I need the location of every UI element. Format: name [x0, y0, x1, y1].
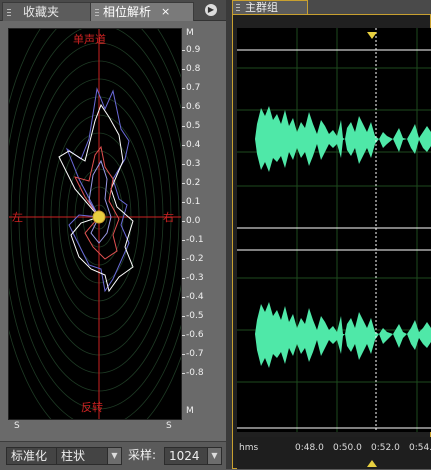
scale-tick: -0.1 — [186, 235, 204, 245]
scale-tick: -0.3 — [186, 273, 204, 283]
scale-tick: -0.6 — [186, 330, 204, 340]
mono-label: 单声道 — [73, 33, 106, 46]
waveform-channel-right — [255, 302, 431, 368]
phase-plot: 单声道 反转 左 右 — [0, 0, 204, 446]
waveform-grid — [237, 28, 431, 432]
panel-tab-bar: 收藏夹 相位解析 × ▶ — [0, 0, 226, 21]
grip-icon — [95, 9, 99, 18]
tab-phase-analysis[interactable]: 相位解析 × — [90, 2, 194, 21]
scale-tick: 0.4 — [186, 140, 201, 150]
tick-mark — [182, 335, 185, 336]
tick-mark — [182, 202, 185, 203]
chevron-down-icon: ▼ — [207, 448, 221, 464]
right-label: 右 — [163, 211, 174, 224]
main-group-tab-bar: 主群组 — [232, 0, 431, 14]
playhead-bottom-marker-icon[interactable] — [367, 459, 377, 467]
scale-tick: 0.5 — [186, 121, 201, 131]
chevron-down-icon: ▼ — [107, 448, 121, 464]
tick-mark — [182, 183, 185, 184]
scale-tick: 0.2 — [186, 178, 201, 188]
phase-footer: 标准化 柱状 ▼ 采样: 1024 ▼ — [0, 441, 226, 470]
waveform-view[interactable] — [237, 28, 431, 432]
main-group-panel: 主群组 hms 0:48.0 0:50.0 0:52.0 0:54 — [232, 0, 431, 469]
tick-mark — [182, 88, 185, 89]
scale-tick: -0.2 — [186, 254, 204, 264]
scale-top-label: M — [186, 28, 194, 38]
scale-tick: 0.0 — [186, 216, 201, 226]
phase-plot-svg — [0, 0, 204, 446]
scale-tick: 0.7 — [186, 83, 201, 93]
tick-mark — [182, 221, 185, 222]
left-label: 左 — [12, 211, 23, 224]
sample-label: 采样: — [128, 448, 157, 462]
tick-mark — [182, 69, 185, 70]
tick-mark — [182, 259, 185, 260]
scale-bottom-label: M — [186, 406, 194, 416]
tick-mark — [182, 297, 185, 298]
tab-favorites-label: 收藏夹 — [23, 5, 60, 19]
tick-mark — [182, 240, 185, 241]
playhead-top-marker-icon[interactable] — [367, 32, 377, 40]
ruler-tick: 0:50.0 — [333, 443, 362, 453]
scale-tick: 0.9 — [186, 45, 201, 55]
ruler-tick: 0:52.0 — [371, 443, 400, 453]
waveform-svg — [237, 28, 431, 432]
time-ruler[interactable]: hms 0:48.0 0:50.0 0:52.0 0:54.0 — [237, 437, 431, 469]
ruler-unit: hms — [239, 443, 259, 453]
display-style-value: 柱状 — [61, 449, 86, 463]
sample-size-select[interactable]: 1024 ▼ — [164, 447, 222, 465]
scale-s-left: S — [14, 421, 20, 431]
tick-mark — [182, 373, 185, 374]
scale-tick: -0.8 — [186, 368, 204, 378]
tick-mark — [182, 164, 185, 165]
scale-tick: -0.7 — [186, 349, 204, 359]
tick-mark — [182, 278, 185, 279]
scale-tick: -0.4 — [186, 292, 204, 302]
grip-icon — [7, 9, 11, 18]
phase-analysis-panel: 收藏夹 相位解析 × ▶ 单声道 反转 左 右 M 0.9 0.8 0.7 0.… — [0, 0, 226, 470]
close-icon[interactable]: × — [161, 3, 170, 21]
scale-s-right: S — [166, 421, 172, 431]
scale-tick: 0.3 — [186, 159, 201, 169]
display-style-select[interactable]: 柱状 ▼ — [56, 447, 122, 465]
phase-scale: M 0.9 0.8 0.7 0.6 0.5 0.4 0.3 0.2 0.1 0.… — [182, 28, 226, 423]
tab-main-group-label: 主群组 — [245, 1, 278, 14]
sample-size-value: 1024 — [169, 449, 200, 463]
ruler-tick: 0:48.0 — [295, 443, 324, 453]
tick-mark — [182, 50, 185, 51]
tab-favorites[interactable]: 收藏夹 — [2, 2, 98, 21]
phase-center-dot — [92, 210, 106, 224]
tick-mark — [182, 107, 185, 108]
normalize-button[interactable]: 标准化 — [6, 447, 58, 465]
ruler-tick: 0:54.0 — [409, 443, 431, 453]
scale-tick: 0.1 — [186, 197, 201, 207]
waveform-channel-left — [255, 106, 431, 172]
tick-mark — [182, 145, 185, 146]
panel-menu-icon[interactable]: ▶ — [205, 4, 217, 16]
tab-main-group[interactable]: 主群组 — [232, 0, 308, 14]
scale-tick: -0.5 — [186, 311, 204, 321]
scale-tick: 0.6 — [186, 102, 201, 112]
scale-tick: 0.8 — [186, 64, 201, 74]
tick-mark — [182, 126, 185, 127]
tick-mark — [182, 354, 185, 355]
reverse-label: 反转 — [81, 401, 103, 414]
tick-mark — [182, 316, 185, 317]
tab-phase-analysis-label: 相位解析 — [103, 5, 152, 19]
grip-icon — [236, 4, 240, 13]
